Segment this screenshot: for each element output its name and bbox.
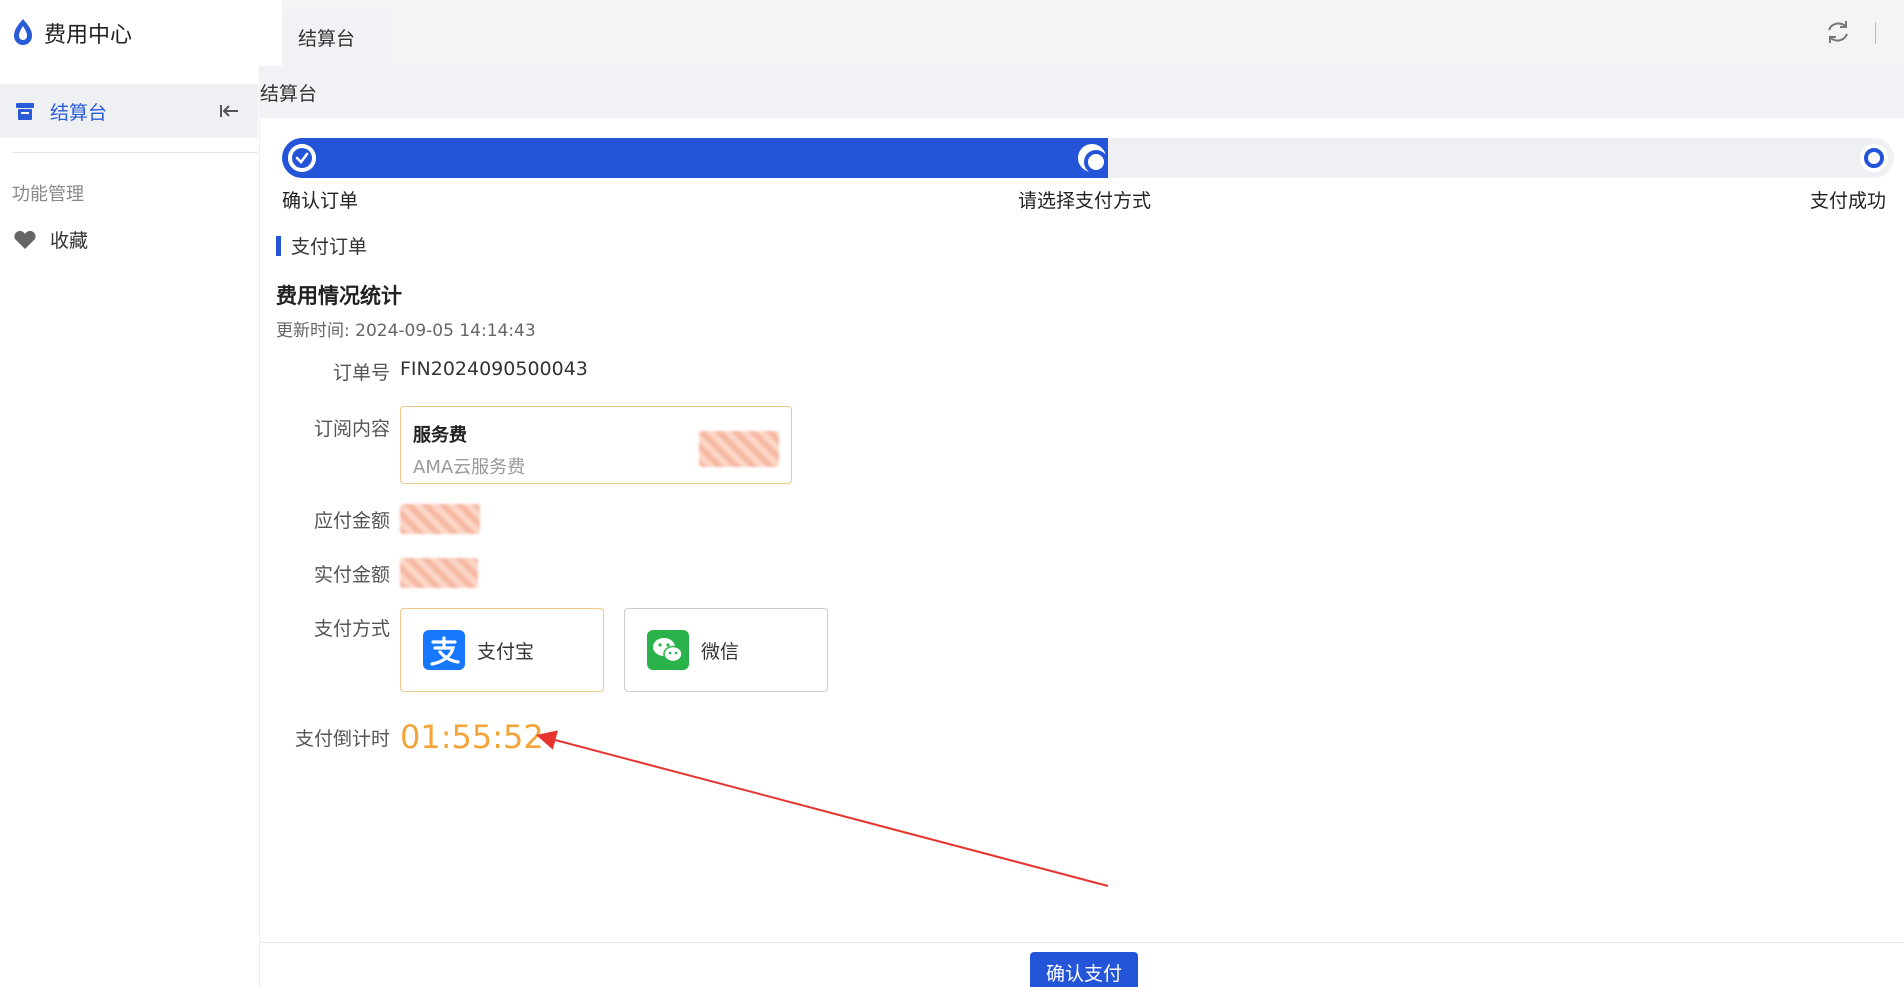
breadcrumb-item: 结算台 [260, 82, 318, 105]
pay-option-wechat[interactable]: 微信 [624, 608, 828, 692]
section-title-text: 支付订单 [291, 236, 368, 258]
step-done-icon [288, 144, 316, 172]
progress-steps [282, 138, 1894, 178]
subscription-name: 服务费 [413, 425, 467, 446]
subscription-card[interactable]: 服务费 AMA云服务费 [400, 406, 792, 484]
brand[interactable]: 费用中心 [0, 0, 282, 66]
steps-progress-fill [282, 138, 1108, 178]
sidebar-item-favorites[interactable]: 收藏 [12, 226, 88, 253]
redacted-price [699, 431, 779, 467]
countdown-label: 支付倒计时 [294, 728, 390, 750]
section-accent-bar [276, 235, 281, 256]
step-current-icon [1078, 144, 1108, 174]
subscription-desc: AMA云服务费 [413, 457, 526, 478]
app-logo-icon [14, 19, 32, 45]
section-title: 支付订单 [276, 232, 367, 259]
sidebar-item-label: 收藏 [50, 230, 89, 252]
step-label-success: 支付成功 [1810, 190, 1887, 212]
paid-label: 实付金额 [313, 564, 390, 586]
checkout-icon [16, 103, 34, 120]
order-no-label: 订单号 [332, 362, 390, 384]
wechat-icon [647, 630, 689, 670]
pay-option-label: 支付宝 [477, 640, 535, 663]
pay-option-label: 微信 [701, 640, 740, 663]
refresh-icon[interactable] [1824, 18, 1852, 46]
subscription-label: 订阅内容 [313, 418, 390, 440]
step-label-select-payment: 请选择支付方式 [1018, 190, 1152, 212]
tab-checkout[interactable]: 结算台 [282, 8, 392, 66]
step-label-confirm: 确认订单 [282, 190, 359, 212]
sidebar-item-checkout[interactable]: 结算台 [0, 84, 258, 138]
sidebar-divider [12, 152, 258, 153]
toolbar-divider [1875, 22, 1876, 44]
pay-option-alipay[interactable]: 支付宝 [400, 608, 604, 692]
updated-time: 更新时间: 2024-09-05 14:14:43 [276, 321, 536, 341]
stats-title: 费用情况统计 [276, 284, 402, 308]
breadcrumb: 结算台 [260, 66, 1904, 118]
tab-label: 结算台 [298, 27, 356, 50]
sidebar-group-title: 功能管理 [12, 184, 84, 205]
main-content: 结算台 确认订单 请选择支付方式 支付成功 支付订单 费用情况统计 更新时间: … [260, 66, 1904, 987]
sidebar: 结算台 功能管理 收藏 [0, 66, 260, 987]
countdown-timer: 01:55:52 [400, 718, 544, 756]
redacted-paid-amount [400, 558, 478, 588]
sidebar-item-label: 结算台 [50, 101, 108, 124]
top-bar: 费用中心 结算台 [0, 0, 1904, 66]
confirm-pay-button[interactable]: 确认支付 [1030, 952, 1138, 987]
heart-icon [14, 230, 36, 249]
step-pending-icon [1860, 144, 1888, 172]
payment-method-label: 支付方式 [313, 618, 390, 640]
redacted-payable-amount [400, 504, 480, 534]
collapse-sidebar-icon[interactable] [218, 100, 240, 122]
confirm-pay-label: 确认支付 [1045, 962, 1122, 985]
alipay-icon [423, 630, 465, 670]
payable-label: 应付金额 [313, 510, 390, 532]
order-no-value: FIN2024090500043 [400, 358, 588, 380]
check-icon [288, 144, 316, 172]
app-title: 费用中心 [44, 23, 133, 48]
